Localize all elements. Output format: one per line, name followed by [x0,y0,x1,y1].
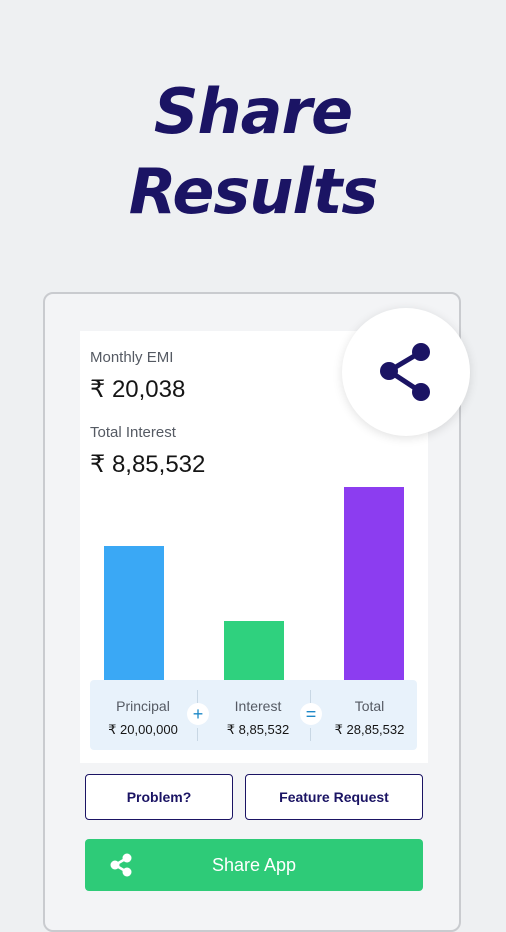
problem-button[interactable]: Problem? [85,774,233,820]
interest-value: ₹ 8,85,532 [90,451,206,478]
principal-label: Principal [116,698,170,714]
summary-total: Total ₹ 28,85,532 [322,680,417,750]
headline-line-1: Share [153,75,353,148]
separator [197,728,198,741]
summary-strip: Principal ₹ 20,00,000 + Interest ₹ 8,85,… [90,680,417,750]
principal-value: ₹ 20,00,000 [108,722,178,737]
chart-bar-total [344,487,404,680]
separator [310,728,311,741]
headline-line-2: Results [128,155,379,228]
share-results-button[interactable] [342,308,470,436]
interest-summary-label: Interest [234,698,282,714]
total-label: Total [354,698,385,714]
total-value: ₹ 28,85,532 [334,722,405,737]
feature-request-button[interactable]: Feature Request [245,774,423,820]
share-app-label: Share App [211,855,297,875]
chart-bar-interest [224,621,284,680]
separator [310,690,311,703]
share-app-button[interactable]: Share App [85,839,423,891]
emi-label: Monthly EMI [90,349,174,366]
chart-bar-principal [104,546,164,680]
headline: Share Results [0,72,506,232]
equals-icon: = [300,703,322,725]
separator [197,690,198,703]
summary-principal: Principal ₹ 20,00,000 [90,680,196,750]
emi-value: ₹ 20,038 [90,376,186,403]
plus-icon: + [187,703,209,725]
interest-summary-value: ₹ 8,85,532 [226,722,290,737]
summary-interest: Interest ₹ 8,85,532 [208,680,308,750]
share-icon [380,343,430,401]
interest-label: Total Interest [90,424,176,441]
